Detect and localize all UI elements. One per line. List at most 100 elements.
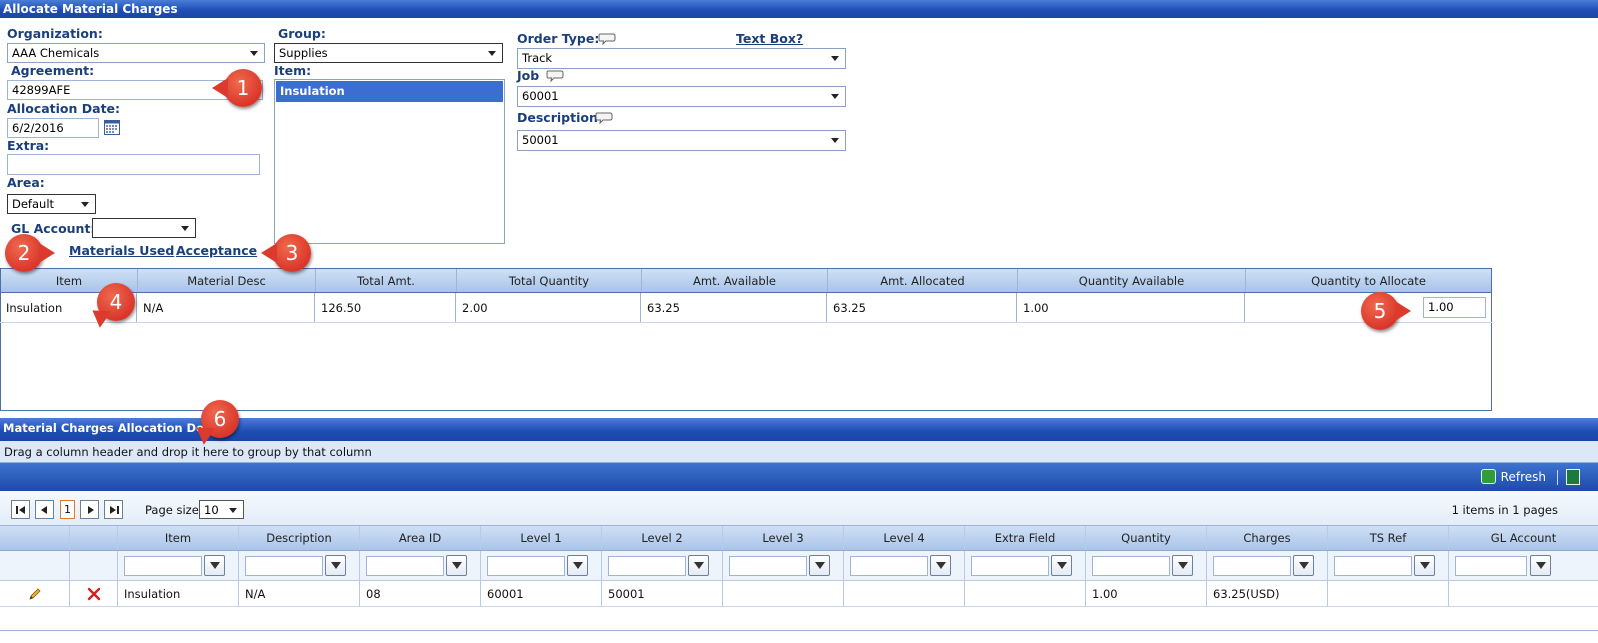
- filter-input-level-2[interactable]: [608, 556, 686, 576]
- col-header-item[interactable]: Item: [118, 526, 239, 550]
- filter-input-extra-field[interactable]: [971, 556, 1049, 576]
- comment-icon[interactable]: [598, 33, 616, 45]
- col-header-quantity-available[interactable]: Quantity Available: [1018, 269, 1246, 292]
- col-header-area-id[interactable]: Area ID: [360, 526, 481, 550]
- filter-icon[interactable]: [1172, 555, 1193, 576]
- prev-page-button[interactable]: [35, 500, 54, 519]
- filter-cell-extra-field: [965, 551, 1086, 580]
- cell-quantity: 1.00: [1086, 581, 1207, 606]
- cell-total-amt: 126.50: [315, 293, 456, 322]
- cell-level-3: [723, 581, 844, 606]
- quantity-to-allocate-input[interactable]: 1.00: [1423, 297, 1486, 318]
- gl-account-select[interactable]: [92, 218, 196, 238]
- filter-icon[interactable]: [325, 555, 346, 576]
- filter-icon[interactable]: [567, 555, 588, 576]
- next-page-button[interactable]: [80, 500, 99, 519]
- page-size-select[interactable]: 10: [199, 500, 244, 519]
- table-row[interactable]: Insulation N/A 08 60001 50001 1.00 63.25…: [0, 581, 1598, 607]
- col-header-material-desc[interactable]: Material Desc: [138, 269, 316, 292]
- organization-select[interactable]: AAA Chemicals: [7, 43, 265, 63]
- delete-icon[interactable]: [87, 587, 101, 601]
- filter-cell-description: [239, 551, 360, 580]
- materials-used-link[interactable]: Materials Used: [69, 243, 174, 258]
- filter-input-item[interactable]: [124, 556, 202, 576]
- col-header-level-2[interactable]: Level 2: [602, 526, 723, 550]
- organization-value: AAA Chemicals: [12, 46, 100, 60]
- filter-input-description[interactable]: [245, 556, 323, 576]
- job-select[interactable]: 60001: [517, 86, 846, 107]
- extra-input[interactable]: [7, 154, 260, 175]
- filter-icon[interactable]: [446, 555, 467, 576]
- filter-cell-level-1: [481, 551, 602, 580]
- col-header-quantity-to-allocate[interactable]: Quantity to Allocate: [1246, 269, 1491, 292]
- comment-icon[interactable]: [595, 112, 613, 124]
- col-header-level-3[interactable]: Level 3: [723, 526, 844, 550]
- filter-icon[interactable]: [1293, 555, 1314, 576]
- col-header-level-1[interactable]: Level 1: [481, 526, 602, 550]
- filter-input-ts-ref[interactable]: [1334, 556, 1412, 576]
- allocation-date-input[interactable]: 6/2/2016: [7, 118, 99, 138]
- first-page-button[interactable]: [11, 500, 30, 519]
- acceptance-link[interactable]: Acceptance: [176, 243, 257, 258]
- col-header-total-amt[interactable]: Total Amt.: [316, 269, 457, 292]
- chevron-down-icon: [831, 94, 839, 99]
- area-select[interactable]: Default: [7, 194, 96, 214]
- col-header-charges[interactable]: Charges: [1207, 526, 1328, 550]
- item-label: Item:: [274, 63, 312, 78]
- filter-input-level-3[interactable]: [729, 556, 807, 576]
- filter-input-area-id[interactable]: [366, 556, 444, 576]
- allocation-grid-header: Item Material Desc Total Amt. Total Quan…: [0, 268, 1492, 293]
- col-header-extra-field[interactable]: Extra Field: [965, 526, 1086, 550]
- calendar-icon[interactable]: [104, 120, 120, 135]
- extra-label: Extra:: [7, 138, 50, 153]
- filter-icon[interactable]: [809, 555, 830, 576]
- filter-input-level-4[interactable]: [850, 556, 928, 576]
- order-type-label: Order Type:: [517, 31, 600, 46]
- filter-icon[interactable]: [1051, 555, 1072, 576]
- group-by-drop-zone[interactable]: Drag a column header and drop it here to…: [0, 441, 1598, 463]
- page-size-label: Page size:: [145, 503, 203, 517]
- cell-material-desc: N/A: [137, 293, 315, 322]
- chevron-down-icon: [488, 51, 496, 56]
- last-page-button[interactable]: [104, 500, 123, 519]
- col-header-total-quantity[interactable]: Total Quantity: [457, 269, 642, 292]
- col-header-description[interactable]: Description: [239, 526, 360, 550]
- item-listbox[interactable]: Insulation: [274, 79, 505, 244]
- callout-marker-5: 5: [1361, 292, 1411, 330]
- filter-cell-charges: [1207, 551, 1328, 580]
- comment-icon[interactable]: [546, 70, 564, 82]
- group-select[interactable]: Supplies: [274, 43, 503, 63]
- filter-cell-level-4: [844, 551, 965, 580]
- col-header-ts-ref[interactable]: TS Ref: [1328, 526, 1449, 550]
- refresh-button[interactable]: Refresh: [1480, 469, 1546, 485]
- col-header-quantity[interactable]: Quantity: [1086, 526, 1207, 550]
- filter-icon[interactable]: [688, 555, 709, 576]
- table-row[interactable]: Insulation N/A 126.50 2.00 63.25 63.25 1…: [0, 293, 1492, 323]
- delete-cell: [70, 581, 118, 606]
- filter-input-charges[interactable]: [1213, 556, 1291, 576]
- pencil-icon[interactable]: [27, 586, 43, 602]
- description-select[interactable]: 50001: [517, 130, 846, 151]
- col-header-level-4[interactable]: Level 4: [844, 526, 965, 550]
- cell-description: N/A: [239, 581, 360, 606]
- item-option-insulation[interactable]: Insulation: [276, 81, 503, 102]
- cell-item: Insulation: [118, 581, 239, 606]
- filter-row: [0, 551, 1598, 581]
- col-header-gl-account[interactable]: GL Account: [1449, 526, 1598, 550]
- filter-input-gl-account[interactable]: [1455, 556, 1527, 576]
- filter-icon[interactable]: [204, 555, 225, 576]
- text-box-link[interactable]: Text Box?: [736, 31, 803, 46]
- export-excel-icon[interactable]: [1566, 469, 1580, 485]
- filter-icon[interactable]: [1530, 555, 1551, 576]
- page-number-current[interactable]: 1: [60, 500, 75, 519]
- order-type-select[interactable]: Track: [517, 48, 846, 69]
- col-header-amt-allocated[interactable]: Amt. Allocated: [828, 269, 1018, 292]
- filter-input-level-1[interactable]: [487, 556, 565, 576]
- filter-icon[interactable]: [1414, 555, 1435, 576]
- filter-input-quantity[interactable]: [1092, 556, 1170, 576]
- window-title: Allocate Material Charges: [0, 0, 1598, 18]
- page-size-value: 10: [204, 503, 219, 517]
- col-header-amt-available[interactable]: Amt. Available: [642, 269, 828, 292]
- detail-grid-header: Item Description Area ID Level 1 Level 2…: [0, 526, 1598, 551]
- filter-icon[interactable]: [930, 555, 951, 576]
